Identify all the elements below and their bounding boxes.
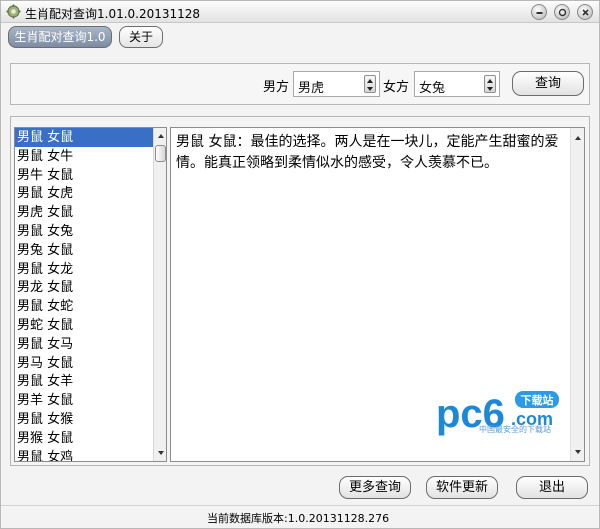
more-query-button[interactable]: 更多查询 [339, 476, 411, 499]
list-item[interactable]: 男马 女鼠 [15, 354, 153, 373]
list-item[interactable]: 男鼠 女龙 [15, 260, 153, 279]
close-icon [582, 9, 589, 16]
query-button[interactable]: 查询 [512, 71, 584, 96]
male-select-spin[interactable] [364, 75, 376, 93]
male-select-value: 男虎 [298, 81, 325, 96]
tab-pairing-query[interactable]: 生肖配对查询1.0 [8, 26, 112, 48]
status-text: 当前数据库版本:1.0.20131128.276 [207, 512, 390, 525]
female-select-spin[interactable] [484, 75, 496, 93]
gear-icon [6, 4, 21, 19]
detail-text: 男鼠 女鼠：最佳的选择。两人是在一块儿，定能产生甜蜜的爱情。能真正领略到柔情似水… [176, 134, 559, 171]
female-select[interactable]: 女兔 [414, 71, 500, 97]
list-item[interactable]: 男蛇 女鼠 [15, 316, 153, 335]
pair-list-items: 男鼠 女鼠 男鼠 女牛 男牛 女鼠 男鼠 女虎 男虎 女鼠 男鼠 女兔 男兔 女鼠 男鼠 女龙… [15, 128, 153, 461]
list-item[interactable]: 男猴 女鼠 [15, 429, 153, 448]
list-item[interactable]: 男鼠 女虎 [15, 184, 153, 203]
pair-list[interactable]: 男鼠 女鼠 男鼠 女牛 男牛 女鼠 男鼠 女虎 男虎 女鼠 男鼠 女兔 男兔 女鼠 男鼠 女龙… [14, 127, 167, 462]
female-label: 女方 [383, 80, 410, 95]
minimize-icon [536, 12, 543, 14]
list-item[interactable]: 男鼠 女猴 [15, 410, 153, 429]
list-item[interactable]: 男虎 女鼠 [15, 203, 153, 222]
pair-list-scroll-thumb[interactable] [155, 145, 166, 162]
male-select[interactable]: 男虎 [293, 71, 380, 97]
app-window: 生肖配对查询1.01.0.20131128 生肖配对查询1.0 关于 男方 男虎… [0, 0, 600, 529]
scroll-down-icon[interactable] [154, 446, 167, 460]
list-item[interactable]: 男牛 女鼠 [15, 166, 153, 185]
software-update-button[interactable]: 软件更新 [426, 476, 498, 499]
list-item[interactable]: 男鼠 女羊 [15, 372, 153, 391]
status-divider [1, 505, 599, 506]
restore-icon [558, 8, 567, 17]
watermark-badge-text: 下载站 [521, 393, 554, 407]
list-item[interactable]: 男鼠 女兔 [15, 222, 153, 241]
minimize-button[interactable] [531, 4, 547, 20]
restore-button[interactable] [554, 4, 570, 20]
female-select-value: 女兔 [419, 81, 446, 96]
list-item[interactable]: 男鼠 女马 [15, 335, 153, 354]
list-item[interactable]: 男鼠 女鸡 [15, 448, 153, 461]
query-panel: 男方 男虎 女方 女兔 查询 [10, 63, 590, 105]
pc6-watermark-logo: pc6 下载站 .com [436, 391, 559, 436]
list-item[interactable]: 男鼠 女鼠 [15, 128, 153, 147]
exit-button[interactable]: 退出 [516, 476, 588, 499]
scroll-up-icon[interactable] [154, 129, 167, 143]
updown-arrows-icon [367, 79, 373, 91]
list-item[interactable]: 男羊 女鼠 [15, 391, 153, 410]
updown-arrows-icon [487, 79, 493, 91]
window-title: 生肖配对查询1.01.0.20131128 [25, 7, 201, 21]
list-item[interactable]: 男鼠 女牛 [15, 147, 153, 166]
watermark-subtext: 中国最安全的下载站 [479, 425, 551, 434]
tab-about[interactable]: 关于 [119, 26, 163, 48]
title-bar: 生肖配对查询1.01.0.20131128 [1, 1, 599, 23]
close-button[interactable] [577, 4, 593, 20]
pair-list-scrollbar[interactable] [153, 128, 167, 461]
male-label: 男方 [263, 80, 290, 95]
list-item[interactable]: 男兔 女鼠 [15, 241, 153, 260]
list-item[interactable]: 男鼠 女蛇 [15, 297, 153, 316]
scroll-up-icon[interactable] [571, 131, 585, 145]
list-item[interactable]: 男龙 女鼠 [15, 278, 153, 297]
